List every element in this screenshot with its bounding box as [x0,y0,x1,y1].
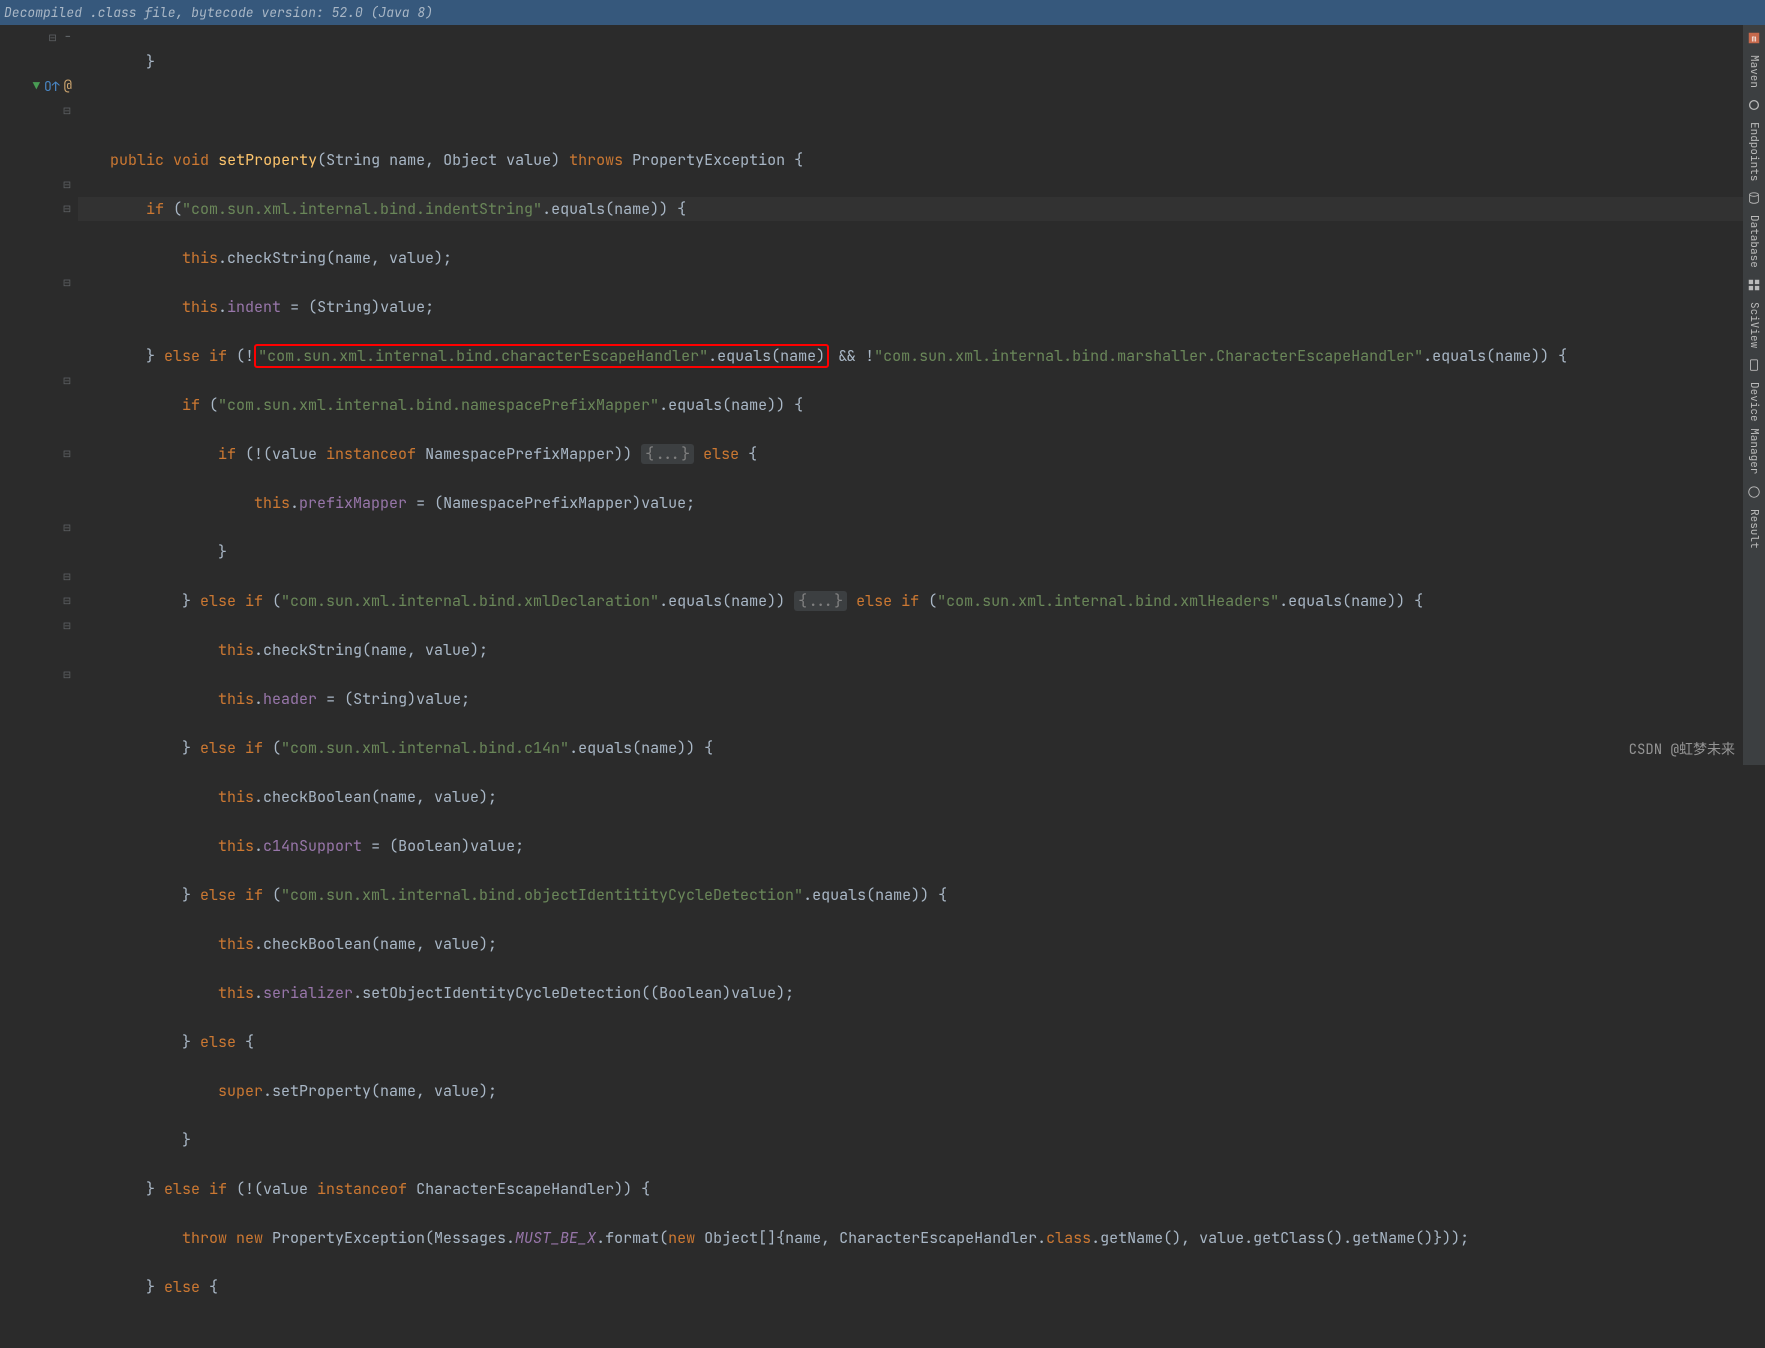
device-manager-icon[interactable] [1747,358,1761,372]
tool-database[interactable]: Database [1747,211,1761,272]
decompiled-banner: Decompiled .class file, bytecode version… [0,0,1765,25]
sciview-icon[interactable] [1747,278,1761,292]
maven-icon[interactable]: m [1747,31,1761,45]
annotation-icon[interactable]: @ [64,77,72,95]
database-icon[interactable] [1747,191,1761,205]
editor-main: ⊟− ▼ O↑ @ ⊟ ⊟ ⊟ ⊟ ⊟ ⊟ ⊟ ⊟ ⊟ ⊟ ⊟ } public [0,25,1765,765]
folded-block[interactable]: {...} [641,444,694,464]
inheritors-icon[interactable]: ▼ [33,78,40,94]
tool-result[interactable]: Result [1747,505,1761,553]
banner-text: Decompiled .class file, bytecode version… [4,4,433,21]
gutter: ⊟− ▼ O↑ @ ⊟ ⊟ ⊟ ⊟ ⊟ ⊟ ⊟ ⊟ ⊟ ⊟ ⊟ [0,25,78,765]
result-icon[interactable] [1747,485,1761,499]
code-editor[interactable]: } public void setProperty(String name, O… [78,25,1765,765]
code-line: } [78,50,1765,75]
svg-text:m: m [1751,33,1756,45]
tool-endpoints[interactable]: Endpoints [1747,118,1761,185]
folded-block[interactable]: {...} [794,591,847,611]
highlighted-box: "com.sun.xml.internal.bind.characterEsca… [254,344,829,368]
tool-sciview[interactable]: SciView [1747,298,1761,352]
tool-maven[interactable]: Maven [1747,51,1761,92]
right-tool-strip: m Maven Endpoints Database SciView Devic… [1743,25,1765,765]
tool-device-manager[interactable]: Device Manager [1747,378,1761,478]
gutter-markers[interactable]: ▼ O↑ @ [0,77,78,95]
override-icon[interactable]: O↑ [44,78,60,95]
endpoints-icon[interactable] [1747,98,1761,112]
watermark-text: CSDN @虹梦未来 [1629,739,1735,759]
